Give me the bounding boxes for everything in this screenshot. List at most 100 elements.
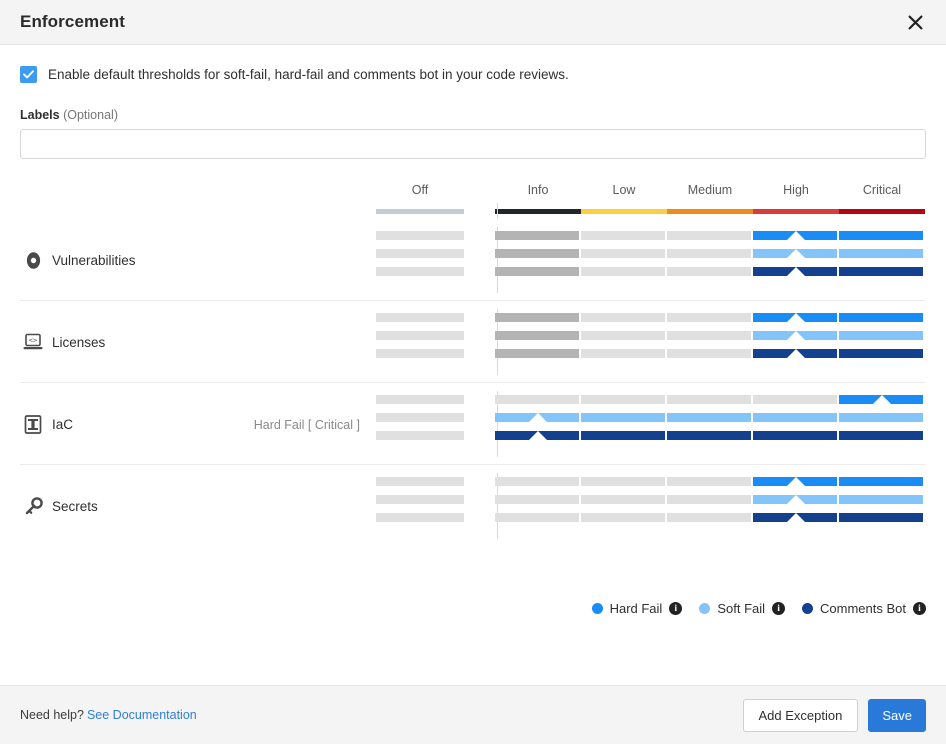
slider-segment-off[interactable] [376,395,464,404]
slider-segment-off[interactable] [376,249,464,258]
slider-segment-info[interactable] [495,331,579,340]
slider-segment-medium[interactable] [667,395,751,404]
slider-segment-critical[interactable] [839,331,923,340]
slider-track-soft-fail[interactable] [20,495,926,504]
slider-segment-off[interactable] [376,331,464,340]
slider-segment-critical[interactable] [839,495,923,504]
slider-track-soft-fail[interactable] [20,249,926,258]
slider-track-comments-bot[interactable] [20,349,926,358]
legend-color-dot [591,603,603,614]
slider-segment-low[interactable] [581,231,665,240]
slider-segment-medium[interactable] [667,331,751,340]
slider-segment-critical[interactable] [839,413,923,422]
slider-segment-low[interactable] [581,267,665,276]
slider-segment-medium[interactable] [667,349,751,358]
slider-segment-medium[interactable] [667,267,751,276]
slider-track-hard-fail[interactable] [20,395,926,404]
enable-defaults-row[interactable]: Enable default thresholds for soft-fail,… [20,66,926,83]
modal-body: Enable default thresholds for soft-fail,… [0,45,946,685]
slider-segment-critical[interactable] [839,313,923,322]
add-exception-button[interactable]: Add Exception [742,698,859,732]
enable-defaults-checkbox[interactable] [20,66,37,83]
slider-handle[interactable] [787,313,805,322]
enforcement-modal: Enforcement Enable default thresholds fo… [0,0,946,744]
slider-track-hard-fail[interactable] [20,231,926,240]
slider-segment-off[interactable] [376,413,464,422]
slider-handle[interactable] [787,495,805,504]
slider-segment-low[interactable] [581,513,665,522]
slider-segment-high[interactable] [753,413,837,422]
info-icon[interactable]: i [669,602,683,615]
slider-segment-high[interactable] [753,395,837,404]
slider-segment-low[interactable] [581,395,665,404]
slider-segment-low[interactable] [581,313,665,322]
info-icon[interactable]: i [913,602,926,615]
slider-segment-critical[interactable] [839,231,923,240]
slider-segment-info[interactable] [495,513,579,522]
slider-handle[interactable] [787,231,805,240]
slider-segment-low[interactable] [581,477,665,486]
slider-segment-low[interactable] [581,349,665,358]
slider-segment-info[interactable] [495,495,579,504]
save-button[interactable]: Save [868,698,926,732]
slider-segment-off[interactable] [376,495,464,504]
slider-segment-low[interactable] [581,413,665,422]
info-icon[interactable]: i [772,602,786,615]
slider-segment-critical[interactable] [839,349,923,358]
slider-segment-off[interactable] [376,513,464,522]
slider-track-comments-bot[interactable] [20,267,926,276]
slider-handle[interactable] [529,413,547,422]
see-documentation-link[interactable]: See Documentation [87,708,197,722]
slider-segment-critical[interactable] [839,477,923,486]
slider-segment-medium[interactable] [667,431,751,440]
slider-segment-off[interactable] [376,231,464,240]
slider-segment-medium[interactable] [667,477,751,486]
slider-segment-low[interactable] [581,431,665,440]
slider-handle[interactable] [787,331,805,340]
slider-handle[interactable] [787,477,805,486]
column-header-medium: Medium [687,183,733,197]
slider-segment-medium[interactable] [667,513,751,522]
slider-segment-critical[interactable] [839,513,923,522]
close-icon[interactable] [902,9,928,35]
slider-segment-low[interactable] [581,495,665,504]
slider-track-hard-fail[interactable] [20,477,926,486]
slider-segment-info[interactable] [495,313,579,322]
slider-segment-off[interactable] [376,431,464,440]
slider-segment-off[interactable] [376,349,464,358]
slider-handle[interactable] [529,431,547,440]
slider-segment-critical[interactable] [839,249,923,258]
slider-track-comments-bot[interactable] [20,431,926,440]
slider-track-hard-fail[interactable] [20,313,926,322]
slider-segment-high[interactable] [753,431,837,440]
slider-handle[interactable] [787,267,805,276]
slider-segment-info[interactable] [495,477,579,486]
slider-segment-medium[interactable] [667,249,751,258]
slider-track-comments-bot[interactable] [20,513,926,522]
labels-input[interactable] [20,129,926,159]
slider-segment-critical[interactable] [839,267,923,276]
slider-segment-info[interactable] [495,395,579,404]
slider-segment-info[interactable] [495,349,579,358]
slider-handle[interactable] [787,513,805,522]
slider-handle[interactable] [873,395,891,404]
slider-segment-off[interactable] [376,267,464,276]
slider-segment-low[interactable] [581,331,665,340]
slider-segment-critical[interactable] [839,431,923,440]
slider-segment-medium[interactable] [667,313,751,322]
slider-segment-medium[interactable] [667,413,751,422]
slider-segment-low[interactable] [581,249,665,258]
slider-segment-info[interactable] [495,249,579,258]
slider-segment-info[interactable] [495,267,579,276]
slider-track-soft-fail[interactable] [20,413,926,422]
slider-segment-medium[interactable] [667,495,751,504]
slider-segment-off[interactable] [376,477,464,486]
slider-handle[interactable] [787,249,805,258]
slider-segment-off[interactable] [376,313,464,322]
slider-handle[interactable] [787,349,805,358]
slider-track-soft-fail[interactable] [20,331,926,340]
column-divider [497,203,498,219]
legend-label: Soft Fail [717,601,766,616]
slider-segment-medium[interactable] [667,231,751,240]
slider-segment-info[interactable] [495,231,579,240]
